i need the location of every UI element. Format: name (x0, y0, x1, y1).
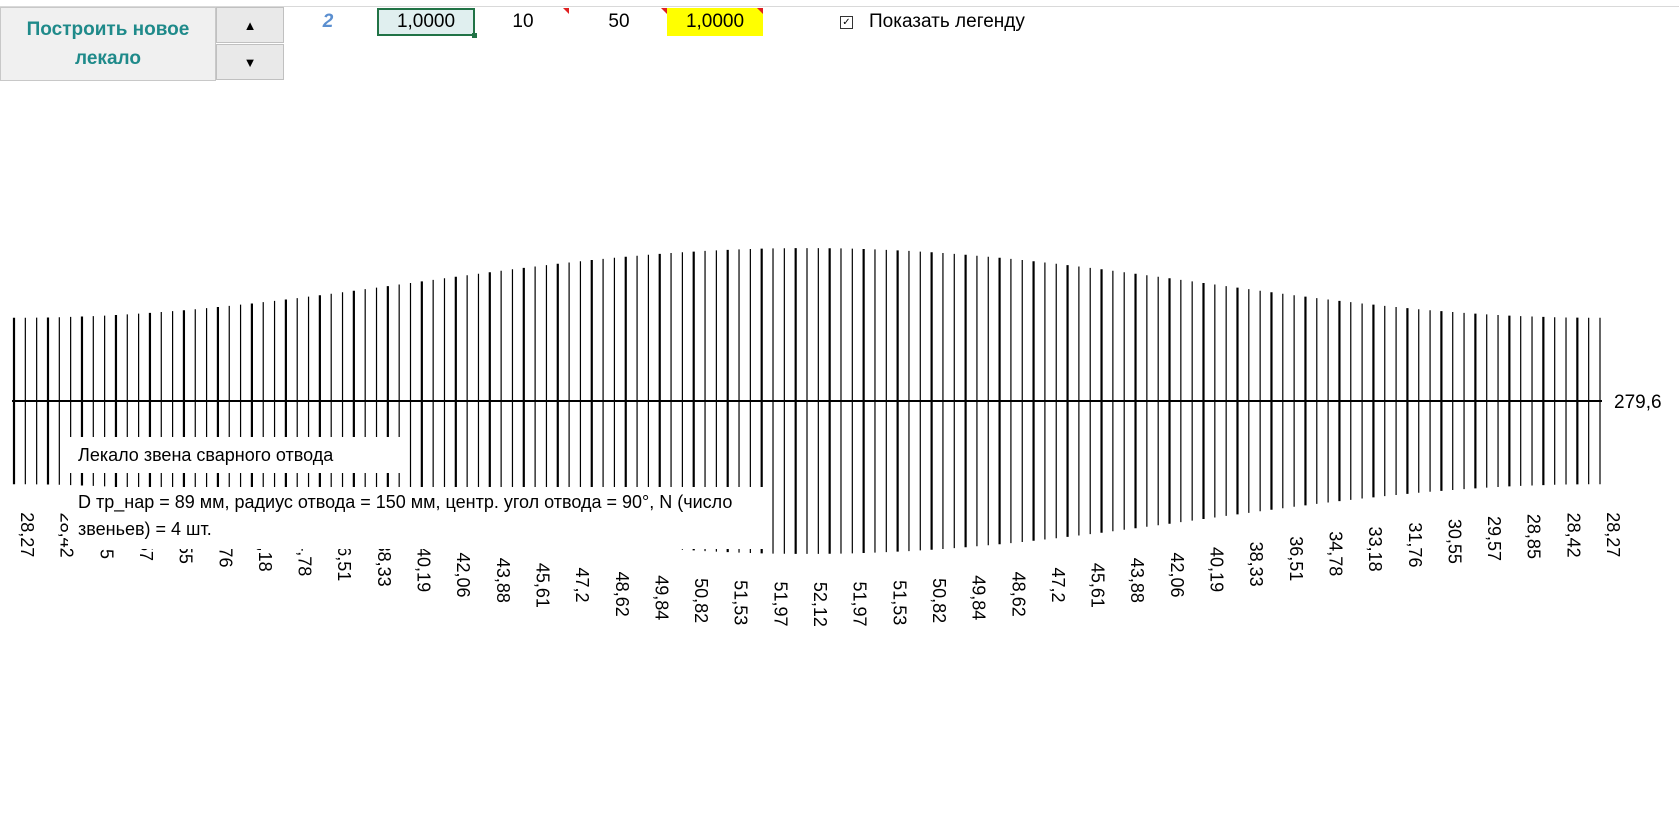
legend-title: Лекало звена сварного отвода (68, 437, 408, 473)
tick-label: 38,33 (1246, 542, 1266, 587)
tick-label: 47,2 (572, 568, 592, 603)
tick-label: 34,78 (1325, 531, 1345, 576)
tick-label: 28,85 (1524, 514, 1544, 559)
tick-label: 33,18 (1365, 527, 1385, 572)
total-length-label: 279,6 (1614, 392, 1662, 413)
tick-label: 28,27 (17, 512, 37, 557)
tick-label: 30,55 (1444, 519, 1464, 564)
tick-label: 42,06 (453, 552, 473, 597)
tick-label: 43,88 (493, 558, 513, 603)
tick-label: 47,2 (1048, 568, 1068, 603)
tick-label: 48,62 (612, 572, 632, 617)
legend-description: D тр_нар = 89 мм, радиус отвода = 150 мм… (68, 487, 764, 549)
tick-label: 28,42 (1563, 513, 1583, 558)
tick-label: 40,19 (1207, 547, 1227, 592)
tick-label: 49,84 (969, 575, 989, 620)
tick-label: 45,61 (532, 563, 552, 608)
tick-label: 49,84 (651, 575, 671, 620)
tick-label: 28,27 (1603, 512, 1623, 557)
tick-label: 29,57 (1484, 516, 1504, 561)
tick-label: 51,97 (850, 581, 870, 626)
template-chart: 279,6 28,27 28,42 28,85 29,57 30,55 31,76 33,18… (12, 248, 1662, 627)
tick-label: 43,88 (1127, 558, 1147, 603)
tick-label: 40,19 (414, 547, 434, 592)
tick-label: 31,76 (1405, 522, 1425, 567)
tick-label: 51,53 (731, 580, 751, 625)
tick-label: 51,97 (770, 581, 790, 626)
tick-label: 51,53 (889, 580, 909, 625)
tick-label: 45,61 (1088, 563, 1108, 608)
tick-label: 48,62 (1008, 572, 1028, 617)
tick-label: 36,51 (1286, 536, 1306, 581)
tick-label: 50,82 (691, 578, 711, 623)
tick-label: 50,82 (929, 578, 949, 623)
tick-label: 42,06 (1167, 552, 1187, 597)
tick-label: 52,12 (810, 582, 830, 627)
